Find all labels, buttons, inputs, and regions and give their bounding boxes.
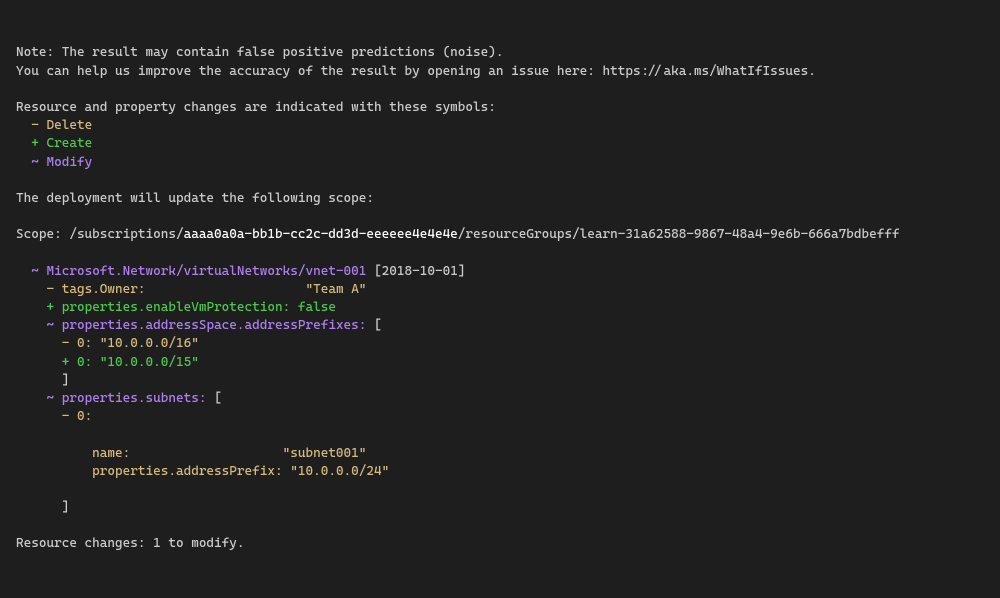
tags-owner-sym: - [46,282,54,297]
note-line: Note: The result may contain false posit… [16,45,504,60]
subnet-addr-key: properties.addressPrefix: [92,464,282,479]
tags-owner-key: tags.Owner: [62,282,146,297]
summary-line: Resource changes: 1 to modify. [16,536,245,551]
enable-vm-value: false [298,300,336,315]
addr-old-sym: - [62,336,70,351]
modify-symbol: ~ [31,155,39,170]
create-symbol: + [31,136,39,151]
subnet-idx-sym: - [62,409,70,424]
resource-path: Microsoft.Network/virtualNetworks/vnet-0… [46,264,366,279]
subnets-key: properties.subnets: [62,391,207,406]
addr-old-value: "10.0.0.0/16" [100,336,199,351]
addr-new-sym: + [62,355,70,370]
resource-version: [2018-10-01] [374,264,465,279]
close-bracket-2: ] [62,500,70,515]
subnet-name-key: name: [92,446,130,461]
help-line: You can help us improve the accuracy of … [16,64,816,79]
subnets-sym: ~ [46,391,54,406]
scope-suffix: /resourceGroups/learn-31a62588-9867-48a4… [458,227,900,242]
deployment-text: The deployment will update the following… [16,191,374,206]
close-bracket-1: ] [62,373,70,388]
resource-symbol: ~ [31,264,39,279]
addr-prefixes-bracket: [ [374,318,382,333]
addr-new-idx: 0: [77,355,92,370]
subscription-id: aaaa0a0a-bb1b-cc2c-dd3d-eeeeee4e4e4e [184,227,458,242]
delete-symbol: - [31,118,39,133]
addr-prefixes-key: properties.addressSpace.addressPrefixes: [62,318,367,333]
addr-prefixes-sym: ~ [46,318,54,333]
create-label: Create [46,136,92,151]
subnets-bracket: [ [214,391,222,406]
scope-prefix: Scope: /subscriptions/ [16,227,184,242]
subnet-addr-value: "10.0.0.0/24" [290,464,389,479]
subnet-name-value: "subnet001" [283,446,367,461]
addr-new-value: "10.0.0.0/15" [100,355,199,370]
enable-vm-key: properties.enableVmProtection: [62,300,291,315]
delete-label: Delete [46,118,92,133]
enable-vm-sym: + [46,300,54,315]
subnet-idx: 0: [77,409,92,424]
addr-old-idx: 0: [77,336,92,351]
changes-header: Resource and property changes are indica… [16,100,496,115]
tags-owner-value: "Team A" [305,282,366,297]
modify-label: Modify [46,155,92,170]
